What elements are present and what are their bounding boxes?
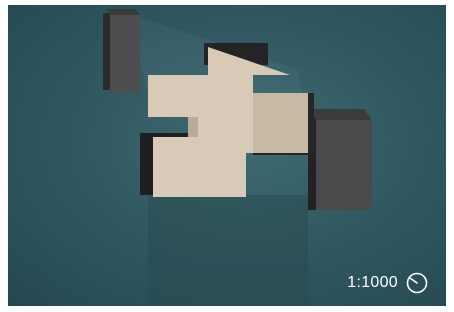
tower-right xyxy=(316,120,372,210)
building-step xyxy=(188,117,198,137)
compass-icon[interactable] xyxy=(406,272,428,294)
tower-right-top xyxy=(308,109,372,120)
tower-left-top xyxy=(106,9,140,15)
tower-left xyxy=(110,15,140,93)
map-frame: 1:1000 xyxy=(0,0,454,312)
3d-building-scene xyxy=(103,9,372,305)
building-side-face xyxy=(253,93,308,153)
3d-map-viewport[interactable]: 1:1000 xyxy=(8,5,446,306)
building-shadow xyxy=(148,195,308,305)
scale-indicator: 1:1000 xyxy=(347,272,428,294)
scale-label: 1:1000 xyxy=(347,274,398,291)
